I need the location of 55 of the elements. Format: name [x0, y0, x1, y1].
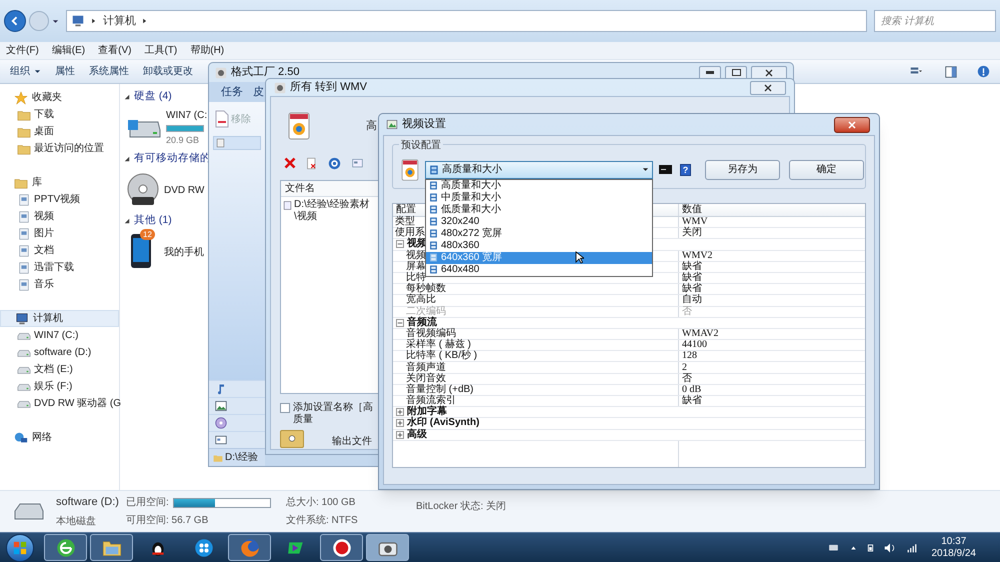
sidebar-label: 文档 (E:): [34, 362, 73, 377]
drive-detail: 20.9 GB: [166, 134, 200, 148]
sidebar-label: DVD RW 驱动器 (G: [34, 397, 122, 411]
sidebar-label: 库: [32, 176, 42, 190]
checkbox-label: 添加设置名称［高质量: [293, 402, 374, 426]
setting-label: 屏幕: [406, 262, 426, 272]
setting-label: 比特: [406, 273, 426, 284]
setting-label: 音频声道: [406, 362, 446, 373]
setting-label: 音视频编码: [406, 328, 456, 339]
sidebar-label: 文档: [34, 244, 54, 258]
sidebar-label: 网络: [32, 431, 52, 445]
setting-label: 使用系: [395, 228, 425, 238]
preset-label: 高: [366, 118, 377, 134]
setting-label: 音量控制 (+dB): [406, 384, 474, 395]
setting-label: 音频流索引: [406, 396, 456, 406]
section-heading: 其他 (1): [134, 213, 172, 228]
setting-label: 二次编码: [406, 306, 446, 317]
sidebar-label: software (D:): [34, 346, 92, 360]
setting-label: 每秒帧数: [406, 284, 446, 294]
sidebar-label: 计算机: [33, 312, 63, 326]
window-title: 所有 转到 WMV: [290, 80, 367, 96]
setting-label: 类型: [395, 217, 415, 228]
sidebar-label: 迅雷下载: [34, 260, 74, 275]
window-title: 视频设置: [402, 117, 446, 132]
sidebar-label: PPTV视频: [34, 192, 80, 207]
status-free-space: 可用空间: 56.7 GB: [126, 514, 210, 528]
status-drive-name: software (D:): [56, 495, 116, 510]
status-total-size: 总大小: 100 GB: [286, 496, 356, 510]
status-drive-type: 本地磁盘: [56, 514, 97, 529]
setting-label: 采样率 ( 赫兹 ): [406, 340, 471, 350]
setting-label: 比特率 ( KB/秒 ): [406, 351, 478, 362]
output-label: 输出文件: [332, 434, 372, 449]
setting-label: 视频: [406, 250, 426, 261]
section-title: 附加字幕: [407, 407, 447, 418]
setting-label: 宽高比: [406, 295, 436, 306]
status-bitlocker: BitLocker 状态: 关闭: [416, 500, 506, 514]
status-label: 已用空间:: [126, 496, 169, 510]
section-heading: 硬盘 (4): [134, 89, 172, 104]
window-title: 格式工厂 2.50: [231, 65, 300, 80]
sidebar-label: 音乐: [34, 278, 54, 292]
sidebar-label: 图片: [34, 226, 54, 241]
sidebar-label: 娱乐 (F:): [34, 380, 72, 394]
sidebar-label: 最近访问的位置: [34, 142, 104, 156]
section-title: 高级: [407, 430, 427, 440]
sidebar-label: 下载: [34, 108, 54, 122]
section-title: 水印 (AviSynth): [407, 418, 480, 428]
sidebar-label: WIN7 (C:): [34, 329, 78, 343]
status-file-system: 文件系统: NTFS: [286, 514, 359, 528]
setting-label: 关闭音效: [406, 374, 446, 384]
section-title: 音频流: [407, 318, 437, 328]
output-path: D:\经验: [225, 451, 258, 465]
sidebar-label: 桌面: [34, 124, 54, 139]
sidebar-label: 收藏夹: [32, 90, 62, 105]
sidebar-label: 视频: [34, 210, 54, 224]
notification-badge: 12: [140, 229, 155, 240]
